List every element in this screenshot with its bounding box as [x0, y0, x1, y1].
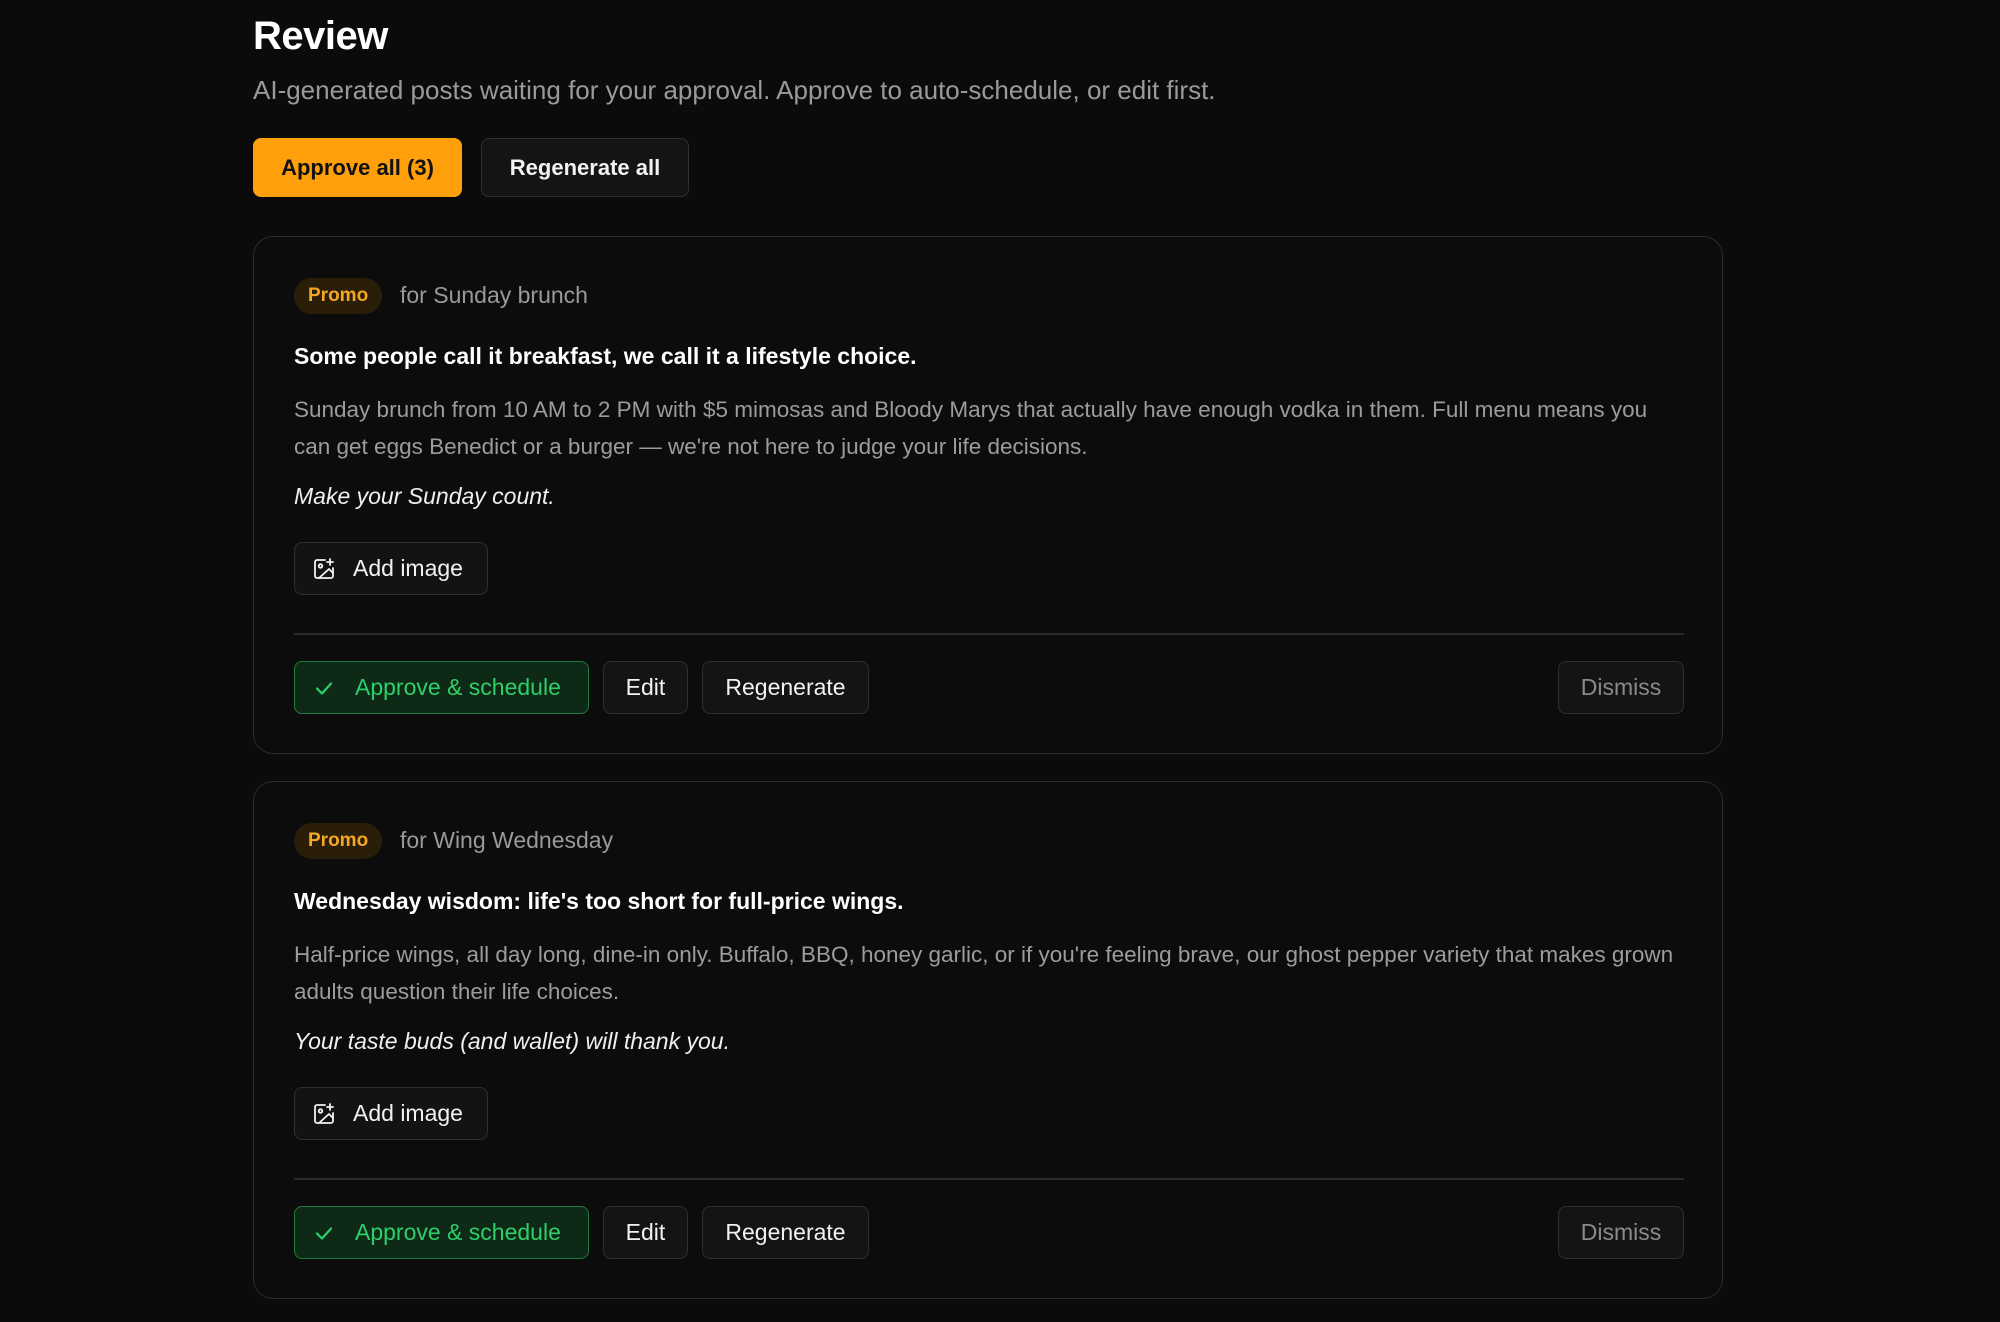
- approve-schedule-label: Approve & schedule: [355, 1219, 561, 1245]
- post-cta: Make your Sunday count.: [294, 483, 555, 509]
- post-type-badge: Promo: [294, 823, 383, 859]
- approve-schedule-label: Approve & schedule: [355, 674, 561, 700]
- post-cta: Your taste buds (and wallet) will thank …: [294, 1028, 730, 1054]
- image-plus-icon: [313, 557, 335, 580]
- card-divider: [294, 633, 1684, 635]
- dismiss-button[interactable]: Dismiss: [1558, 661, 1684, 714]
- regenerate-button[interactable]: Regenerate: [702, 661, 869, 714]
- dismiss-button[interactable]: Dismiss: [1558, 1206, 1684, 1259]
- card-divider: [294, 1178, 1684, 1180]
- regenerate-all-button[interactable]: Regenerate all: [481, 138, 689, 197]
- add-image-button[interactable]: Add image: [294, 542, 488, 595]
- add-image-button[interactable]: Add image: [294, 1087, 488, 1140]
- post-occasion-label: for Wing Wednesday: [400, 827, 614, 853]
- add-image-label: Add image: [353, 555, 463, 581]
- edit-button[interactable]: Edit: [603, 661, 688, 714]
- post-body: Half-price wings, all day long, dine-in …: [294, 942, 1674, 1004]
- page-title: Review: [253, 14, 388, 58]
- page-subtitle: AI-generated posts waiting for your appr…: [253, 75, 1216, 105]
- post-headline: Some people call it breakfast, we call i…: [294, 343, 917, 369]
- check-icon: [313, 1222, 335, 1244]
- approve-all-button[interactable]: Approve all (3): [253, 138, 462, 197]
- approve-schedule-button[interactable]: Approve & schedule: [294, 1206, 589, 1259]
- post-card: Promo for Sunday brunch Some people call…: [253, 236, 1723, 754]
- post-card: Promo for Wing Wednesday Wednesday wisdo…: [253, 781, 1723, 1299]
- post-headline: Wednesday wisdom: life's too short for f…: [294, 888, 904, 914]
- approve-schedule-button[interactable]: Approve & schedule: [294, 661, 589, 714]
- add-image-label: Add image: [353, 1100, 463, 1126]
- regenerate-button[interactable]: Regenerate: [702, 1206, 869, 1259]
- post-type-badge: Promo: [294, 278, 383, 314]
- image-plus-icon: [313, 1102, 335, 1125]
- edit-button[interactable]: Edit: [603, 1206, 688, 1259]
- check-icon: [313, 677, 335, 699]
- post-occasion-label: for Sunday brunch: [400, 282, 588, 308]
- post-body: Sunday brunch from 10 AM to 2 PM with $5…: [294, 397, 1648, 459]
